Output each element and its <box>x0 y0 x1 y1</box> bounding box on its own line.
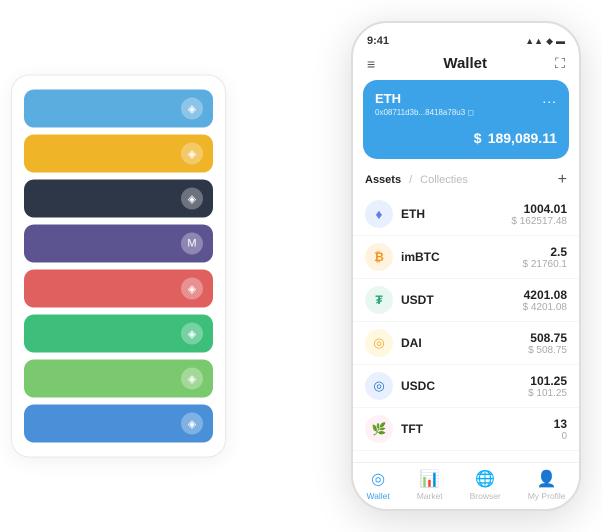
tft-amounts: 13 0 <box>554 417 567 442</box>
nav-browser-label: Browser <box>470 491 501 501</box>
card-item-4[interactable]: M <box>24 225 213 263</box>
card-item-1[interactable]: ◈ <box>24 90 213 128</box>
card-item-6[interactable]: ◈ <box>24 315 213 353</box>
left-panel: ◈ ◈ ◈ M ◈ ◈ ◈ ◈ <box>11 75 226 458</box>
asset-item-usdc[interactable]: ◎ USDC 101.25 $ 101.25 <box>353 365 579 408</box>
add-asset-button[interactable]: + <box>558 171 567 189</box>
card-icon-7: ◈ <box>181 368 203 390</box>
usdt-name: USDT <box>401 293 523 307</box>
eth-card-top: ETH ... <box>375 90 557 106</box>
imbtc-amounts: 2.5 $ 21760.1 <box>523 245 568 270</box>
nav-profile-label: My Profile <box>528 491 566 501</box>
eth-balance: $ 189,089.11 <box>375 123 557 149</box>
profile-nav-icon: 👤 <box>537 469 557 489</box>
imbtc-name: imBTC <box>401 250 523 264</box>
card-icon-6: ◈ <box>181 323 203 345</box>
nav-browser[interactable]: 🌐 Browser <box>470 469 501 501</box>
bottom-nav: ◎ Wallet 📊 Market 🌐 Browser 👤 My Profile <box>353 462 579 509</box>
eth-card-label: ETH <box>375 91 401 106</box>
usdc-icon: ◎ <box>365 372 393 400</box>
eth-amounts: 1004.01 $ 162517.48 <box>511 202 567 227</box>
tab-divider: / <box>409 174 412 186</box>
card-icon-3: ◈ <box>181 188 203 210</box>
status-bar: 9:41 ▲▲ ◆ ▬ <box>353 23 579 51</box>
card-item-3[interactable]: ◈ <box>24 180 213 218</box>
dai-icon: ◎ <box>365 329 393 357</box>
status-icons: ▲▲ ◆ ▬ <box>525 36 565 47</box>
nav-market[interactable]: 📊 Market <box>417 469 443 501</box>
usdc-sub-amount: $ 101.25 <box>528 388 567 399</box>
nav-market-label: Market <box>417 491 443 501</box>
scene: ◈ ◈ ◈ M ◈ ◈ ◈ ◈ 9:41 ▲▲ ◆ <box>11 11 591 521</box>
card-icon-5: ◈ <box>181 278 203 300</box>
imbtc-main-amount: 2.5 <box>523 245 568 259</box>
eth-icon: ♦ <box>365 200 393 228</box>
status-time: 9:41 <box>367 35 389 47</box>
tft-sub-amount: 0 <box>554 431 567 442</box>
balance-symbol: $ <box>474 130 482 146</box>
tab-assets[interactable]: Assets <box>365 174 401 186</box>
signal-icon: ▲▲ <box>525 36 543 46</box>
battery-icon: ▬ <box>556 36 565 46</box>
balance-value: 189,089.11 <box>488 130 557 146</box>
card-item-5[interactable]: ◈ <box>24 270 213 308</box>
card-icon-2: ◈ <box>181 143 203 165</box>
card-icon-8: ◈ <box>181 413 203 435</box>
wallet-nav-icon: ◎ <box>371 469 385 489</box>
nav-wallet-label: Wallet <box>366 491 389 501</box>
eth-sub-amount: $ 162517.48 <box>511 216 567 227</box>
card-icon-1: ◈ <box>181 98 203 120</box>
tft-name: TFT <box>401 422 554 436</box>
card-item-2[interactable]: ◈ <box>24 135 213 173</box>
browser-nav-icon: 🌐 <box>475 469 495 489</box>
card-icon-4: M <box>181 233 203 255</box>
usdc-amounts: 101.25 $ 101.25 <box>528 374 567 399</box>
usdt-amounts: 4201.08 $ 4201.08 <box>523 288 568 313</box>
menu-icon[interactable]: ≡ <box>367 56 375 72</box>
tft-icon: 🌿 <box>365 415 393 443</box>
eth-more-button[interactable]: ... <box>542 90 557 106</box>
imbtc-icon: ₿ <box>365 243 393 271</box>
dai-sub-amount: $ 508.75 <box>528 345 567 356</box>
nav-profile[interactable]: 👤 My Profile <box>528 469 566 501</box>
dai-main-amount: 508.75 <box>528 331 567 345</box>
eth-address: 0x08711d3b...8418a78u3 ◻ <box>375 108 557 117</box>
asset-item-dai[interactable]: ◎ DAI 508.75 $ 508.75 <box>353 322 579 365</box>
asset-item-imbtc[interactable]: ₿ imBTC 2.5 $ 21760.1 <box>353 236 579 279</box>
tft-main-amount: 13 <box>554 417 567 431</box>
tab-collecties[interactable]: Collecties <box>420 174 468 186</box>
asset-item-usdt[interactable]: ₮ USDT 4201.08 $ 4201.08 <box>353 279 579 322</box>
card-item-7[interactable]: ◈ <box>24 360 213 398</box>
usdt-sub-amount: $ 4201.08 <box>523 302 568 313</box>
phone: 9:41 ▲▲ ◆ ▬ ≡ Wallet ⛶ ETH ... 0x08711d3… <box>351 21 581 511</box>
usdt-main-amount: 4201.08 <box>523 288 568 302</box>
card-item-8[interactable]: ◈ <box>24 405 213 443</box>
usdc-main-amount: 101.25 <box>528 374 567 388</box>
page-title: Wallet <box>443 55 487 72</box>
eth-card[interactable]: ETH ... 0x08711d3b...8418a78u3 ◻ $ 189,0… <box>363 80 569 159</box>
dai-amounts: 508.75 $ 508.75 <box>528 331 567 356</box>
usdc-name: USDC <box>401 379 528 393</box>
usdt-icon: ₮ <box>365 286 393 314</box>
phone-header: ≡ Wallet ⛶ <box>353 51 579 80</box>
eth-main-amount: 1004.01 <box>511 202 567 216</box>
expand-icon[interactable]: ⛶ <box>555 55 565 72</box>
eth-name: ETH <box>401 207 511 221</box>
asset-item-tft[interactable]: 🌿 TFT 13 0 <box>353 408 579 451</box>
market-nav-icon: 📊 <box>420 469 440 489</box>
asset-item-eth[interactable]: ♦ ETH 1004.01 $ 162517.48 <box>353 193 579 236</box>
dai-name: DAI <box>401 336 528 350</box>
assets-header: Assets / Collecties + <box>353 167 579 193</box>
imbtc-sub-amount: $ 21760.1 <box>523 259 568 270</box>
wifi-icon: ◆ <box>546 36 553 47</box>
asset-list: ♦ ETH 1004.01 $ 162517.48 ₿ imBTC 2.5 $ … <box>353 193 579 462</box>
assets-tabs: Assets / Collecties <box>365 174 468 186</box>
nav-wallet[interactable]: ◎ Wallet <box>366 469 389 501</box>
